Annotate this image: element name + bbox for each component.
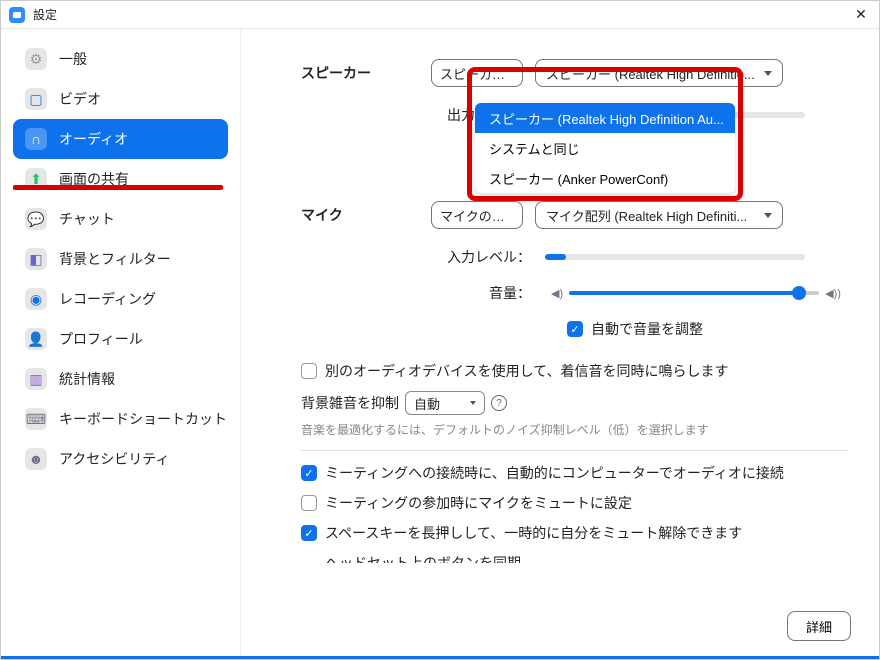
sidebar-item-5[interactable]: ◧ 背景とフィルター	[13, 239, 228, 279]
speaker-section-label: スピーカー	[301, 63, 431, 83]
noise-suppress-label: 背景雑音を抑制	[301, 393, 399, 413]
sidebar-item-label: アクセシビリティ	[59, 449, 169, 469]
sidebar-item-label: ビデオ	[59, 89, 101, 109]
mic-section-label: マイク	[301, 205, 431, 225]
annotation-underline	[13, 185, 223, 190]
separate-ringtone-checkbox[interactable]	[301, 363, 317, 379]
close-icon[interactable]: ✕	[851, 5, 871, 25]
nav-icon: 💬	[25, 208, 47, 230]
speaker-dropdown-panel: スピーカー (Realtek High Definition Au... システ…	[475, 103, 735, 193]
nav-icon: ∩	[25, 128, 47, 150]
auto-adjust-label: 自動で音量を調整	[591, 319, 703, 339]
speaker-test-button[interactable]: スピーカー...	[431, 59, 523, 87]
space-unmute-label: スペースキーを長押しして、一時的に自分をミュート解除できます	[325, 523, 742, 543]
speaker-option-0[interactable]: スピーカー (Realtek High Definition Au...	[475, 103, 735, 133]
speaker-select[interactable]: スピーカー (Realtek High Definitio...	[535, 59, 783, 87]
app-icon	[9, 7, 25, 23]
noise-suppress-select[interactable]: 自動	[405, 391, 485, 415]
sidebar-item-9[interactable]: ⌨ キーボードショートカット	[13, 399, 228, 439]
sidebar-item-3[interactable]: ⬆画面の共有	[13, 159, 228, 199]
nav-icon: ◉	[25, 288, 47, 310]
chevron-down-icon	[470, 401, 476, 405]
sidebar-item-label: プロフィール	[59, 329, 143, 349]
sidebar-item-label: 統計情報	[59, 369, 115, 389]
nav-icon: ◧	[25, 248, 47, 270]
window-title: 設定	[33, 6, 851, 23]
sidebar-item-4[interactable]: 💬 チャット	[13, 199, 228, 239]
auto-join-audio-label: ミーティングへの接続時に、自動的にコンピューターでオーディオに接続	[325, 463, 784, 483]
sidebar: ⚙ 一般 ▢ ビデオ ∩ オーディオ ⬆画面の共有 💬 チャット ◧ 背景とフィルター ◉ レコーディン…	[1, 29, 241, 659]
space-unmute-checkbox[interactable]: ✓	[301, 525, 317, 541]
sidebar-item-label: キーボードショートカット	[59, 409, 227, 429]
mic-volume-slider[interactable]	[569, 291, 819, 295]
help-icon[interactable]: ?	[491, 395, 507, 411]
nav-icon: ⌨	[25, 408, 47, 430]
sidebar-item-label: オーディオ	[59, 129, 128, 149]
sidebar-item-label: 背景とフィルター	[59, 249, 171, 269]
content-area: スピーカー スピーカー... スピーカー (Realtek High Defin…	[241, 29, 879, 659]
volume-low-icon: ◀)	[551, 287, 563, 300]
mic-select[interactable]: マイク配列 (Realtek High Definiti...	[535, 201, 783, 229]
nav-icon: ☻	[25, 448, 47, 470]
mute-on-join-label: ミーティングの参加時にマイクをミュートに設定	[325, 493, 632, 513]
advanced-button[interactable]: 詳細	[787, 611, 851, 641]
auto-join-audio-checkbox[interactable]: ✓	[301, 465, 317, 481]
headset-sync-label-cutoff: ヘッドセット上のボタンを同期	[325, 553, 849, 563]
sidebar-item-label: チャット	[59, 209, 115, 229]
input-level-label: 入力レベル：	[431, 247, 531, 267]
titlebar: 設定 ✕	[1, 1, 879, 29]
nav-icon: 👤	[25, 328, 47, 350]
sidebar-item-10[interactable]: ☻ アクセシビリティ	[13, 439, 228, 479]
speaker-option-2[interactable]: スピーカー (Anker PowerConf)	[475, 163, 735, 193]
nav-icon: ▢	[25, 88, 47, 110]
auto-adjust-checkbox[interactable]: ✓	[567, 321, 583, 337]
sidebar-item-0[interactable]: ⚙ 一般	[13, 39, 228, 79]
sidebar-item-8[interactable]: ▥ 統計情報	[13, 359, 228, 399]
mute-on-join-checkbox[interactable]	[301, 495, 317, 511]
chevron-down-icon	[764, 213, 772, 218]
sidebar-item-2[interactable]: ∩ オーディオ	[13, 119, 228, 159]
mic-volume-label: 音量：	[431, 283, 531, 303]
nav-icon: ▥	[25, 368, 47, 390]
volume-high-icon: ◀))	[825, 287, 841, 300]
noise-hint: 音楽を最適化するには、デフォルトのノイズ抑制レベル（低）を選択します	[301, 421, 849, 438]
speaker-option-1[interactable]: システムと同じ	[475, 133, 735, 163]
sidebar-item-1[interactable]: ▢ ビデオ	[13, 79, 228, 119]
nav-icon: ⚙	[25, 48, 47, 70]
sidebar-item-7[interactable]: 👤 プロフィール	[13, 319, 228, 359]
separate-ringtone-label: 別のオーディオデバイスを使用して、着信音を同時に鳴らします	[325, 361, 728, 381]
input-level-meter	[545, 254, 805, 260]
chevron-down-icon	[764, 71, 772, 76]
mic-test-button[interactable]: マイクのテ...	[431, 201, 523, 229]
sidebar-item-6[interactable]: ◉ レコーディング	[13, 279, 228, 319]
window-bottom-accent	[1, 656, 879, 659]
sidebar-item-label: 一般	[59, 49, 87, 69]
divider	[301, 450, 849, 451]
sidebar-item-label: レコーディング	[59, 289, 156, 309]
